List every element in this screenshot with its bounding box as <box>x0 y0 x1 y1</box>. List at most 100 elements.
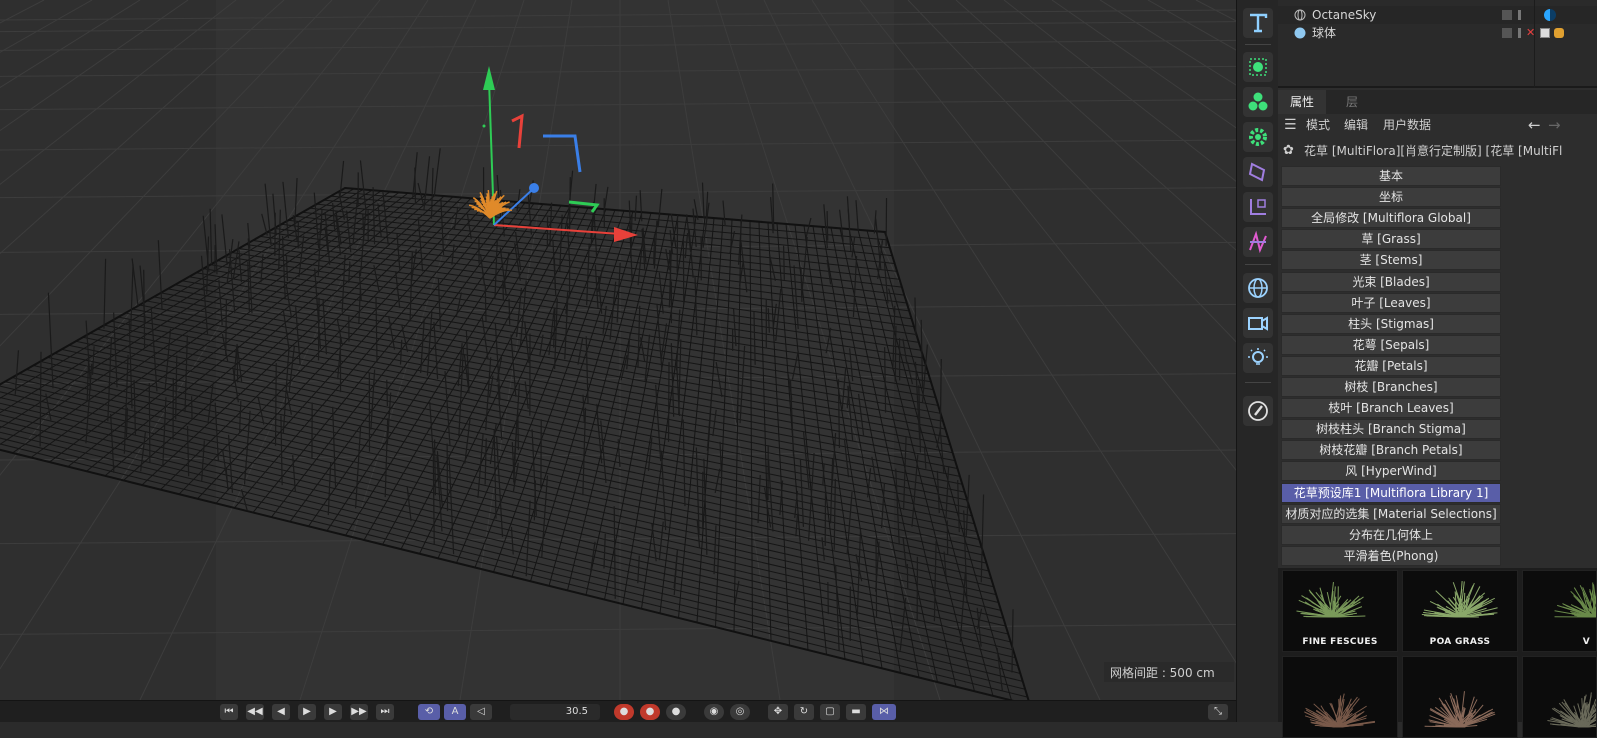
attribute-section-button[interactable]: 平滑着色(Phong) <box>1281 546 1501 566</box>
object-title-row: ✿ 花草 [MultiFlora][肖意行定制版] [花草 [MultiFl <box>1278 140 1597 162</box>
grid-spacing-label: 网格间距 : 500 cm <box>1104 662 1234 682</box>
deformer-tool-button[interactable] <box>1243 157 1273 187</box>
library-tile-row2-2[interactable] <box>1402 656 1518 738</box>
record-keyframe-button[interactable]: ● <box>614 704 634 720</box>
frame-field[interactable]: 30.5 <box>510 704 600 720</box>
back-arrow-icon[interactable]: ← <box>1528 114 1541 136</box>
attribute-section-button[interactable]: 茎 [Stems] <box>1281 250 1501 270</box>
scene-tool-button[interactable] <box>1243 227 1273 257</box>
attribute-section-button[interactable]: 坐标 <box>1281 187 1501 207</box>
attribute-section-button[interactable]: 花萼 [Sepals] <box>1281 335 1501 355</box>
motion-icon[interactable]: ◉ <box>704 704 724 720</box>
layer-dot-icon[interactable] <box>1502 10 1512 20</box>
next-frame-button[interactable]: ▶ <box>324 704 342 720</box>
previous-frame-button[interactable]: ◀ <box>272 704 290 720</box>
globe-icon <box>1246 276 1270 300</box>
object-title: 花草 [MultiFlora][肖意行定制版] [花草 [MultiFl <box>1304 140 1562 162</box>
previous-key-button[interactable]: ◀◀ <box>246 704 264 720</box>
attribute-section-button[interactable]: 柱头 [Stigmas] <box>1281 314 1501 334</box>
effector-tool-button[interactable] <box>1243 122 1273 152</box>
auto-key-button[interactable]: ● <box>640 704 660 720</box>
go-to-start-button[interactable]: ⏮ <box>220 704 238 720</box>
move-key-icon[interactable]: ✥ <box>768 704 788 720</box>
camera-icon <box>1246 311 1270 335</box>
attribute-section-button[interactable]: 叶子 [Leaves] <box>1281 293 1501 313</box>
library-tile-v[interactable]: V <box>1522 570 1597 652</box>
grass-thumbnail-icon <box>1403 657 1518 738</box>
menu-edit[interactable]: 编辑 <box>1344 114 1368 136</box>
tab-layers[interactable]: 层 <box>1334 90 1370 114</box>
attribute-section-button[interactable]: 枝叶 [Branch Leaves] <box>1281 398 1501 418</box>
grass-thumbnail-icon <box>1283 657 1398 738</box>
object-manager: ▔▔▔▔ OctaneSky 球体 ✕ <box>1278 0 1597 88</box>
text-tool-button[interactable] <box>1243 8 1273 38</box>
loop-toggle[interactable]: ⟲ <box>418 704 440 720</box>
param-key-icon[interactable]: ▬ <box>846 704 866 720</box>
visibility-dots-icon[interactable] <box>1518 28 1521 38</box>
fields-tool-button[interactable] <box>1243 192 1273 222</box>
expand-timeline-icon[interactable]: ⤡ <box>1208 704 1228 720</box>
attribute-section-button[interactable]: 树枝花瓣 [Branch Petals] <box>1281 440 1501 460</box>
environment-tool-button[interactable] <box>1243 273 1273 303</box>
attribute-section-button[interactable]: 基本 <box>1281 166 1501 186</box>
attribute-tabs: 属性 层 <box>1278 90 1597 114</box>
attribute-section-button[interactable]: 分布在几何体上 <box>1281 525 1501 545</box>
cloner-icon <box>1246 90 1270 114</box>
playback-bar: ⏮ ◀◀ ◀ ▶ ▶ ▶▶ ⏭ ⟲ A ◁ 30.5 ● ● ● ◉ ◎ ✥ ↻… <box>0 700 1236 722</box>
tag-tool-button[interactable] <box>1243 396 1273 426</box>
3d-viewport[interactable]: 网格间距 : 500 cm <box>0 0 1236 700</box>
cloner-tool-button[interactable] <box>1243 87 1273 117</box>
text-icon <box>1246 11 1270 35</box>
play-button[interactable]: ▶ <box>298 704 316 720</box>
attribute-section-button[interactable]: 草 [Grass] <box>1281 229 1501 249</box>
attribute-section-button[interactable]: 风 [HyperWind] <box>1281 461 1501 481</box>
scale-key-icon[interactable]: ▢ <box>820 704 840 720</box>
visibility-dots-icon[interactable] <box>1518 10 1521 20</box>
object-row-octanesky[interactable]: OctaneSky <box>1278 6 1597 24</box>
spline-icon <box>1246 230 1270 254</box>
next-key-button[interactable]: ▶▶ <box>350 704 368 720</box>
preset-library: FINE FESCUES POA GRASS V <box>1278 568 1597 722</box>
library-tile-row2-1[interactable] <box>1282 656 1398 738</box>
tile-caption: V <box>1523 637 1596 647</box>
tool-palette <box>1236 0 1278 722</box>
grass-thumbnail-icon <box>1523 657 1597 738</box>
generator-tool-button[interactable] <box>1243 52 1273 82</box>
forward-arrow-icon[interactable]: → <box>1548 114 1561 136</box>
sound-icon[interactable]: ◁ <box>470 704 492 720</box>
subdivision-icon <box>1246 55 1270 79</box>
keyframe-selection-button[interactable]: ● <box>666 704 686 720</box>
attribute-section-button[interactable]: 光束 [Blades] <box>1281 272 1501 292</box>
octane-tag-icon[interactable] <box>1544 9 1556 21</box>
library-tile-row2-3[interactable] <box>1522 656 1597 738</box>
library-tile-fine-fescues[interactable]: FINE FESCUES <box>1282 570 1398 652</box>
flower-icon: ✿ <box>1283 140 1294 162</box>
tab-attributes[interactable]: 属性 <box>1278 90 1326 114</box>
right-panel: ▔▔▔▔ OctaneSky 球体 ✕ 属性 层 ☰ 模式 编辑 用户数据 ← … <box>1278 0 1597 722</box>
attribute-section-button[interactable]: 花瓣 [Petals] <box>1281 356 1501 376</box>
phong-tag-icon[interactable] <box>1540 28 1550 38</box>
attribute-section-button[interactable]: 树枝柱头 [Branch Stigma] <box>1281 419 1501 439</box>
go-to-end-button[interactable]: ⏭ <box>376 704 394 720</box>
scheme-icon[interactable]: ◎ <box>730 704 750 720</box>
material-tag-icon[interactable] <box>1554 28 1564 38</box>
hamburger-menu-icon[interactable]: ☰ <box>1284 114 1297 136</box>
globe-icon <box>1294 9 1306 21</box>
object-row-sphere[interactable]: 球体 ✕ <box>1278 24 1597 42</box>
layer-dot-icon[interactable] <box>1502 28 1512 38</box>
camera-tool-button[interactable] <box>1243 308 1273 338</box>
menu-user-data[interactable]: 用户数据 <box>1383 114 1431 136</box>
interpolation-toggle[interactable]: A <box>444 704 466 720</box>
attribute-section-button[interactable]: 树枝 [Branches] <box>1281 377 1501 397</box>
sphere-icon <box>1294 27 1306 39</box>
pla-key-icon[interactable]: ⋈ <box>872 704 896 720</box>
attribute-section-button[interactable]: 花草预设库1 [Multiflora Library 1] <box>1281 483 1501 503</box>
tile-caption: POA GRASS <box>1403 637 1517 647</box>
light-tool-button[interactable] <box>1243 343 1273 373</box>
viewport-canvas[interactable] <box>0 0 1236 700</box>
rotate-key-icon[interactable]: ↻ <box>794 704 814 720</box>
library-tile-poa-grass[interactable]: POA GRASS <box>1402 570 1518 652</box>
attribute-section-button[interactable]: 全局修改 [Multiflora Global] <box>1281 208 1501 228</box>
menu-mode[interactable]: 模式 <box>1306 114 1330 136</box>
attribute-section-button[interactable]: 材质对应的选集 [Material Selections] <box>1281 504 1501 524</box>
